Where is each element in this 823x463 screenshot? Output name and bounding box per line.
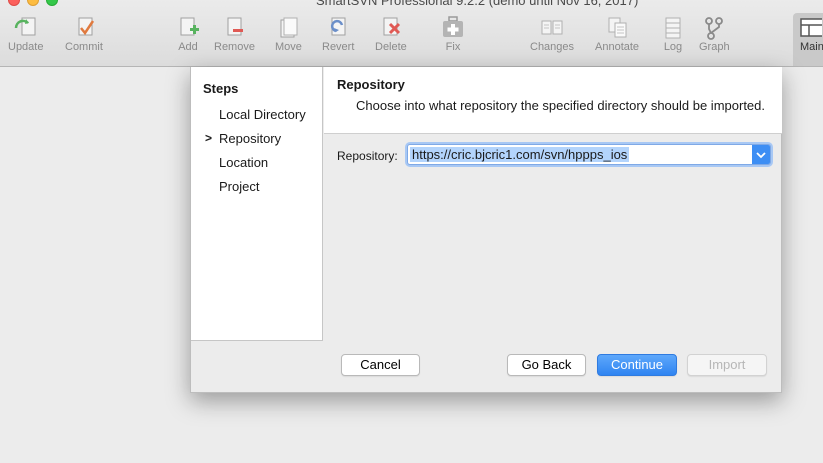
add-icon	[180, 17, 199, 36]
page-header: Repository Choose into what repository t…	[324, 67, 782, 134]
move-icon	[280, 17, 298, 38]
continue-button[interactable]: Continue	[597, 354, 677, 376]
page-title: Repository	[337, 77, 405, 92]
step-location: Location	[219, 155, 269, 170]
steps-panel: Steps Local Directory > Repository Locat…	[191, 67, 323, 341]
log-button[interactable]: Log	[660, 16, 686, 60]
main-perspective-tab[interactable]: Main	[793, 13, 823, 66]
graph-button[interactable]: Graph	[699, 16, 730, 60]
delete-icon	[383, 17, 400, 36]
zoom-window-button[interactable]	[46, 0, 58, 6]
page-description: Choose into what repository the specifie…	[356, 98, 765, 113]
remove-icon	[227, 17, 244, 36]
commit-icon	[78, 17, 94, 36]
remove-button[interactable]: Remove	[214, 16, 255, 60]
update-button[interactable]: Update	[8, 16, 43, 60]
changes-icon	[541, 20, 563, 35]
minimize-window-button[interactable]	[27, 0, 39, 6]
step-local-directory: Local Directory	[219, 107, 306, 122]
first-aid-icon	[443, 16, 463, 37]
annotate-icon	[608, 17, 627, 38]
repository-url-value[interactable]: https://cric.bjcric1.com/svn/hppps_ios	[410, 147, 630, 162]
delete-button[interactable]: Delete	[375, 16, 407, 60]
window-title: SmartSVN Professional 9.2.2 (demo until …	[316, 0, 639, 8]
add-button[interactable]: Add	[175, 16, 201, 60]
repository-label: Repository:	[337, 149, 398, 163]
commit-button[interactable]: Commit	[65, 16, 103, 60]
changes-button[interactable]: Changes	[530, 16, 574, 60]
import-wizard-dialog: Steps Local Directory > Repository Locat…	[190, 67, 782, 393]
revert-icon	[331, 17, 346, 36]
steps-title: Steps	[203, 81, 239, 96]
move-button[interactable]: Move	[275, 16, 302, 60]
graph-icon	[705, 17, 724, 40]
close-window-button[interactable]	[8, 0, 20, 6]
revert-button[interactable]: Revert	[322, 16, 354, 60]
cancel-button[interactable]: Cancel	[341, 354, 420, 376]
fix-button[interactable]: Fix	[440, 16, 466, 60]
chevron-down-icon	[756, 151, 766, 158]
main-toolbar: SmartSVN Professional 9.2.2 (demo until …	[0, 0, 823, 67]
import-button[interactable]: Import	[687, 354, 767, 376]
log-icon	[665, 17, 681, 39]
repository-dropdown-button[interactable]	[752, 145, 770, 164]
repository-combobox[interactable]: https://cric.bjcric1.com/svn/hppps_ios	[407, 144, 771, 165]
annotate-button[interactable]: Annotate	[595, 16, 639, 60]
current-step-marker-icon: >	[205, 131, 213, 145]
update-icon	[14, 17, 36, 36]
step-repository: Repository	[219, 131, 282, 146]
layout-icon	[800, 18, 822, 37]
step-project: Project	[219, 179, 260, 194]
go-back-button[interactable]: Go Back	[507, 354, 586, 376]
